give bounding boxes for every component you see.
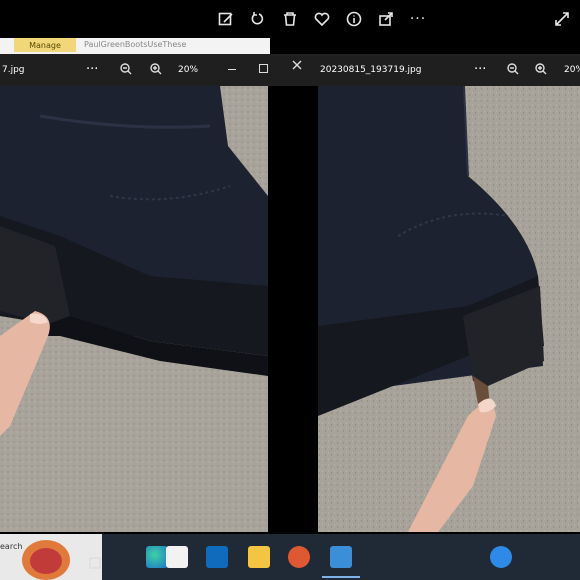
store-icon[interactable] [166,546,188,568]
minimize-icon[interactable] [228,69,236,70]
zoom-out-icon[interactable] [507,63,519,75]
maximize-icon[interactable] [259,64,268,73]
help-icon[interactable] [490,546,512,568]
manage-tab[interactable]: Manage [14,38,76,52]
explorer-ribbon: Manage PaulGreenBootsUseThese [0,38,270,54]
mail-icon[interactable] [206,546,228,568]
favorite-icon[interactable] [312,9,332,29]
left-photo-window-bar: 7.jpg ··· 20% [0,54,270,86]
left-zoom-level: 20% [178,65,199,75]
right-more-button[interactable]: ··· [474,62,486,77]
edge-icon[interactable] [146,546,168,568]
zoom-out-icon[interactable] [120,63,132,75]
right-boot-photo [318,86,580,532]
search-text: earch [0,542,23,551]
close-icon[interactable] [292,60,302,70]
left-filename: 7.jpg [2,65,25,75]
expand-icon[interactable] [552,9,572,29]
active-app-indicator [322,576,360,578]
right-filename: 20230815_193719.jpg [320,65,422,75]
zoom-in-icon[interactable] [535,63,547,75]
share-icon[interactable] [376,9,396,29]
left-boot-photo [0,86,268,532]
right-zoom-level: 20% [564,65,580,75]
file-explorer-icon[interactable] [248,546,270,568]
rotate-icon[interactable] [248,9,268,29]
delete-icon[interactable] [280,9,300,29]
photos-icon[interactable] [330,546,352,568]
edit-image-icon[interactable] [216,9,236,29]
search-highlight-inner-icon [30,548,62,574]
photos-toolbar: ··· [0,0,580,38]
more-options-icon[interactable]: ··· [408,9,428,29]
taskbar: earch [0,534,580,580]
zoom-in-icon[interactable] [150,63,162,75]
window-gap [268,86,318,534]
right-photo-window-bar: 20230815_193719.jpg ··· 20% [270,54,580,86]
duckduckgo-icon[interactable] [288,546,310,568]
info-icon[interactable] [344,9,364,29]
search-box[interactable]: earch [0,534,102,580]
task-view-icon[interactable] [88,556,102,570]
folder-path: PaulGreenBootsUseThese [84,40,187,49]
left-more-button[interactable]: ··· [86,62,98,77]
